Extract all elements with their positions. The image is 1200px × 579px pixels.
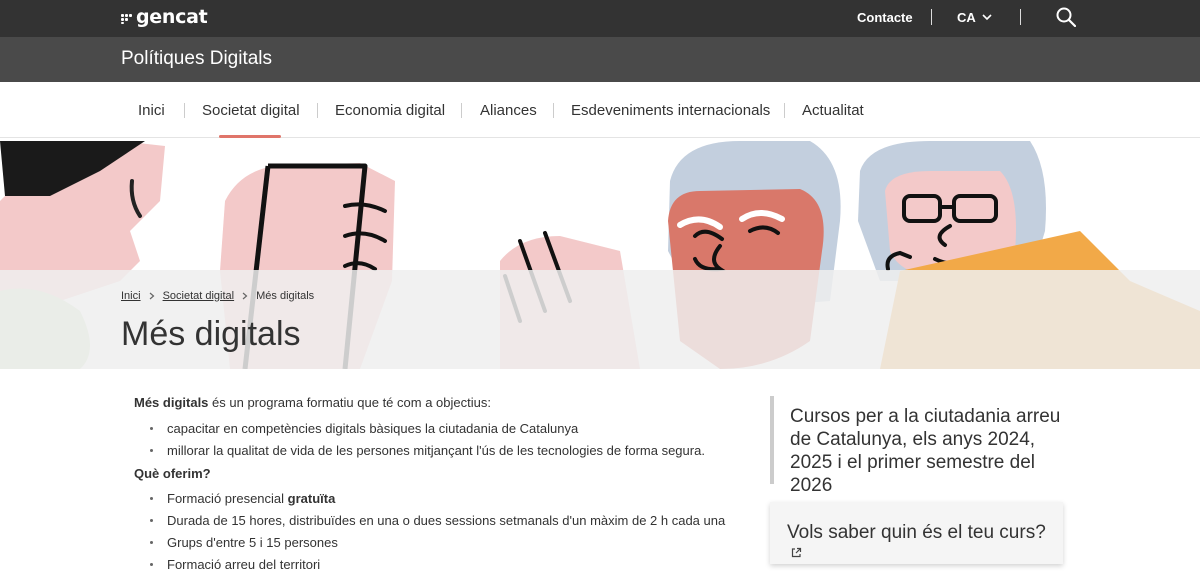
topbar-divider [1020,9,1021,25]
language-selector[interactable]: CA [957,10,992,25]
nav-divider [461,103,462,118]
intro-program-name: Més digitals [134,395,209,410]
search-icon[interactable] [1056,7,1076,27]
logo-text: gencat [136,6,208,28]
nav-active-indicator [219,135,281,138]
course-finder-label: Vols saber quin és el teu curs? [787,522,1046,543]
list-item: Grups d'entre 5 i 15 persones [150,536,734,549]
breadcrumb-inici-link[interactable]: Inici [121,290,141,302]
top-bar: gencat Contacte CA [0,0,1200,37]
nav-item-inici[interactable]: Inici [138,102,165,119]
offer-first-text: Formació presencial [167,491,288,506]
nav-item-esdeveniments-internacionals[interactable]: Esdeveniments internacionals [571,102,770,119]
aside-highlight-text: Cursos per a la ciutadania arreu de Cata… [790,406,1061,496]
nav-divider [784,103,785,118]
intro-text: és un programa formatiu que té com a obj… [208,395,491,410]
intro-paragraph: Més digitals és un programa formatiu que… [134,395,734,410]
list-item: millorar la qualitat de vida de les pers… [150,444,734,457]
gencat-logo-icon [121,10,133,24]
contact-link[interactable]: Contacte [857,10,913,25]
breadcrumb: Inici Societat digital Més digitals [121,290,314,302]
aside-highlight: Cursos per a la ciutadania arreu de Cata… [770,396,1070,496]
offer-list: Formació presencial gratuïta Durada de 1… [150,492,734,571]
language-label: CA [957,10,976,25]
nav-divider [317,103,318,118]
list-item: Formació arreu del territori [150,558,734,571]
course-finder-card[interactable]: Vols saber quin és el teu curs? [770,502,1063,564]
nav-item-actualitat[interactable]: Actualitat [802,102,864,119]
offer-first-bold: gratuïta [287,491,336,506]
main-content: Més digitals és un programa formatiu que… [134,395,734,579]
nav-item-societat-digital[interactable]: Societat digital [202,102,300,119]
chevron-right-icon [242,292,248,300]
list-item: capacitar en competències digitals bàsiq… [150,422,734,435]
chevron-down-icon [982,14,992,21]
chevron-right-icon [149,292,154,300]
list-item: Durada de 15 hores, distribuïdes en una … [150,514,734,527]
list-item: Formació presencial gratuïta [150,492,734,505]
nav-item-aliances[interactable]: Aliances [480,102,537,119]
site-header: Polítiques Digitals [0,37,1200,82]
external-link-icon [791,548,802,558]
gencat-logo[interactable]: gencat [121,6,208,28]
main-nav: Inici Societat digital Economia digital … [0,82,1200,138]
page-title: Més digitals [121,315,301,353]
site-title[interactable]: Polítiques Digitals [121,48,272,70]
hero-banner: Inici Societat digital Més digitals Més … [0,141,1200,369]
objectives-list: capacitar en competències digitals bàsiq… [150,422,734,457]
breadcrumb-current: Més digitals [256,290,315,302]
topbar-divider [931,9,932,25]
breadcrumb-societat-digital-link[interactable]: Societat digital [163,290,235,302]
nav-divider [553,103,554,118]
nav-divider [184,103,185,118]
nav-item-economia-digital[interactable]: Economia digital [335,102,445,119]
offer-heading: Què oferim? [134,466,211,481]
